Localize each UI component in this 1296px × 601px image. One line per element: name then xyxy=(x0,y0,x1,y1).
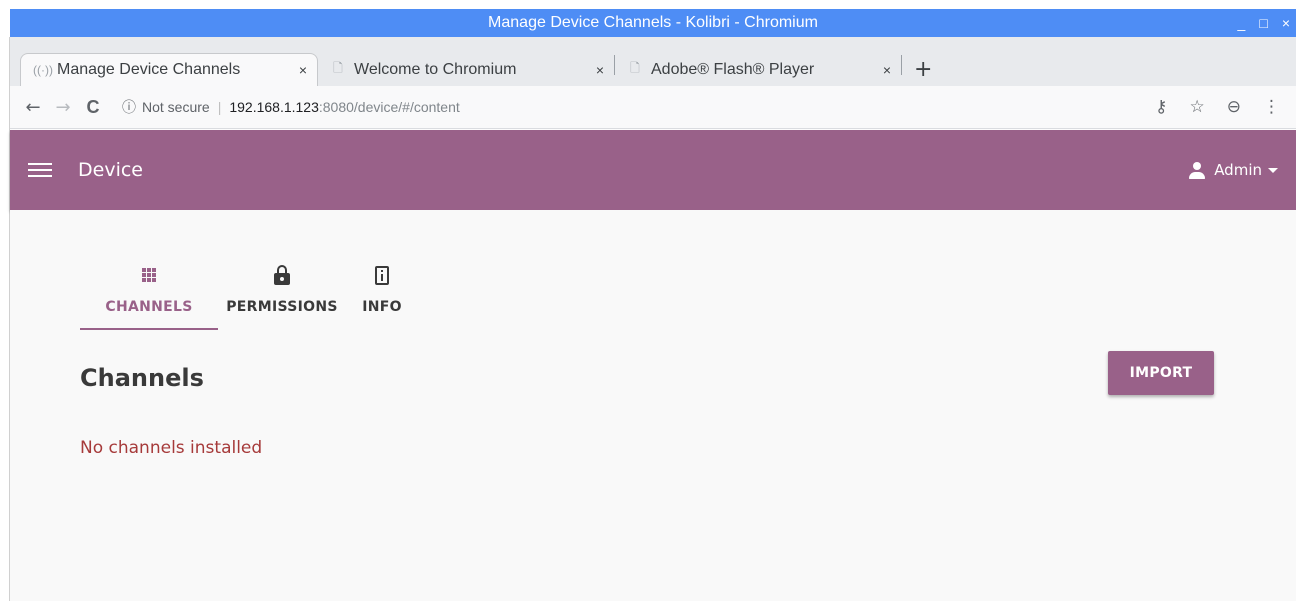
tab-channels[interactable]: CHANNELS xyxy=(80,258,218,330)
tab-permissions[interactable]: PERMISSIONS xyxy=(218,258,346,326)
browser-tab-title: Manage Device Channels xyxy=(57,61,241,78)
toolbar-actions: ⚷ ☆ ⊖ ⋮ xyxy=(1155,97,1296,117)
app-bar-title: Device xyxy=(78,159,143,181)
reload-button[interactable]: C xyxy=(78,92,108,122)
caret-down-icon xyxy=(1268,167,1278,173)
back-button[interactable]: ← xyxy=(18,92,48,122)
lock-icon xyxy=(274,265,290,285)
hamburger-menu-icon[interactable] xyxy=(28,163,52,177)
address-bar[interactable]: ⓘ Not secure | 192.168.1.123:8080/device… xyxy=(122,92,1155,122)
browser-tab-title: Adobe® Flash® Player xyxy=(651,60,815,78)
close-window-button[interactable]: × xyxy=(1282,15,1290,31)
tab-label: CHANNELS xyxy=(105,299,193,315)
security-label: Not secure xyxy=(142,99,210,115)
browser-tab-welcome[interactable]: 🗋 Welcome to Chromium × xyxy=(318,53,614,86)
main-content: CHANNELS PERMISSIONS INFO Channels IMPOR… xyxy=(10,210,1296,601)
page-icon: 🗋 xyxy=(333,61,343,75)
user-label: Admin xyxy=(1214,161,1262,179)
omnibox-separator: | xyxy=(217,99,222,115)
browser-tab-manage-device-channels[interactable]: ((·)) Manage Device Channels × xyxy=(20,53,318,86)
menu-kebab-icon[interactable]: ⋮ xyxy=(1263,97,1280,117)
url-host: 192.168.1.123 xyxy=(229,99,319,115)
import-button[interactable]: IMPORT xyxy=(1108,351,1214,395)
device-info-icon xyxy=(375,265,389,285)
page-title: Channels xyxy=(80,364,204,392)
browser-toolbar: ← → C ⓘ Not secure | 192.168.1.123:8080/… xyxy=(10,86,1296,129)
tab-info[interactable]: INFO xyxy=(346,258,418,326)
window-title: Manage Device Channels - Kolibri - Chrom… xyxy=(488,14,818,31)
window-left-edge xyxy=(0,37,10,601)
new-tab-button[interactable]: + xyxy=(902,53,944,86)
tab-close-icon[interactable]: × xyxy=(596,62,604,78)
user-menu-button[interactable]: Admin xyxy=(1188,161,1278,179)
page-icon: 🗋 xyxy=(630,61,640,75)
maximize-button[interactable]: □ xyxy=(1259,15,1267,31)
tab-close-icon[interactable]: × xyxy=(883,62,891,78)
broadcast-icon: ((·)) xyxy=(33,63,53,77)
url-path: :8080/device/#/content xyxy=(318,99,460,115)
person-icon xyxy=(1188,161,1206,179)
app-bar: Device Admin xyxy=(10,130,1296,210)
window-titlebar: Manage Device Channels - Kolibri - Chrom… xyxy=(10,9,1296,37)
account-icon[interactable]: ⊖ xyxy=(1227,97,1241,117)
minimize-button[interactable]: _ xyxy=(1238,15,1246,31)
tab-close-icon[interactable]: × xyxy=(299,62,307,78)
device-tabs: CHANNELS PERMISSIONS INFO xyxy=(80,258,418,330)
grid-icon xyxy=(142,268,156,282)
empty-state-message: No channels installed xyxy=(80,438,263,458)
forward-button[interactable]: → xyxy=(48,92,78,122)
tab-label: INFO xyxy=(362,299,402,315)
key-icon[interactable]: ⚷ xyxy=(1155,97,1167,117)
browser-tabstrip: ((·)) Manage Device Channels × 🗋 Welcome… xyxy=(10,37,1296,86)
window-controls: _ □ × xyxy=(1238,9,1290,37)
browser-tab-flash-player[interactable]: 🗋 Adobe® Flash® Player × xyxy=(615,53,901,86)
tab-label: PERMISSIONS xyxy=(226,299,338,315)
bookmark-star-icon[interactable]: ☆ xyxy=(1190,97,1205,117)
info-icon[interactable]: ⓘ xyxy=(122,97,136,117)
browser-tab-title: Welcome to Chromium xyxy=(354,60,517,78)
